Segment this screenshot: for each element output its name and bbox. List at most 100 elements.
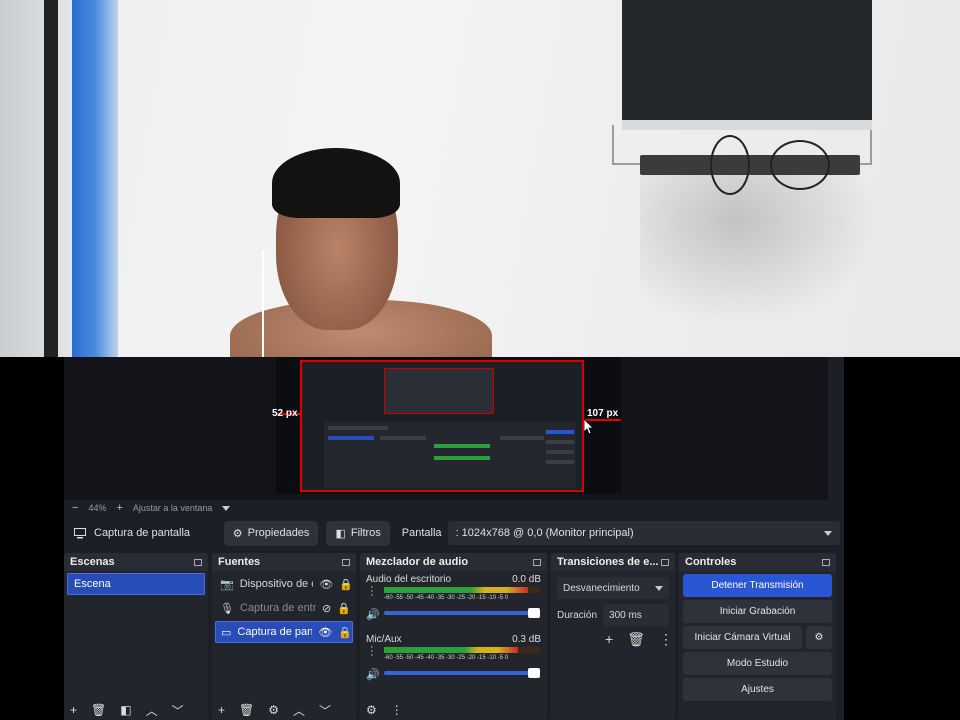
undock-icon[interactable] xyxy=(822,558,830,566)
more-icon[interactable]: · · · xyxy=(370,582,374,601)
trash-icon[interactable]: 🗑 xyxy=(91,703,106,717)
more-icon[interactable]: ⋮ xyxy=(659,631,673,648)
eye-icon[interactable]: 👁 xyxy=(318,626,332,639)
speaker-icon[interactable]: 🔊 xyxy=(366,668,380,681)
mixer-channel-desktop: Audio del escritorio 0.0 dB · · · -60 -55 -… xyxy=(360,571,547,631)
black-pole xyxy=(44,0,58,357)
slider-handle[interactable] xyxy=(528,668,540,678)
zoom-in-button[interactable]: + xyxy=(116,502,122,514)
preview-area[interactable]: 52 px 107 px xyxy=(64,357,828,500)
transitions-dock: Transiciones de e... Desvanecimiento Dur… xyxy=(551,553,675,720)
volume-slider[interactable] xyxy=(384,608,540,618)
speaker-icon[interactable]: 🔊 xyxy=(366,608,380,621)
channel-db: 0.0 dB xyxy=(512,574,541,585)
cable xyxy=(770,140,830,190)
more-icon[interactable]: · · · xyxy=(370,642,374,661)
display-select[interactable]: : 1024x768 @ 0,0 (Monitor principal) xyxy=(447,521,840,545)
scenes-dock: Escenas Escena + 🗑 ◧ ︿ ﹀ xyxy=(64,553,208,720)
blue-wall-strip xyxy=(72,0,118,357)
gear-icon[interactable]: ⚙ xyxy=(366,703,377,717)
volume-meter xyxy=(384,647,540,653)
chevron-up-icon[interactable]: ︿ xyxy=(293,702,305,719)
chevron-down-icon xyxy=(655,585,663,591)
background-monitor xyxy=(622,0,872,130)
scenes-toolbar: + 🗑 ◧ ︿ ﹀ xyxy=(64,700,208,720)
wall-shadow xyxy=(0,0,80,357)
trash-icon[interactable]: 🗑 xyxy=(627,631,645,648)
duration-label: Duración xyxy=(557,609,598,621)
volume-slider[interactable] xyxy=(384,668,540,678)
person-hair xyxy=(272,148,400,218)
wall-shadow-blob xyxy=(640,175,880,325)
controls-title: Controles xyxy=(685,556,737,568)
zoom-level: 44% xyxy=(88,503,107,513)
more-icon[interactable]: ⋮ xyxy=(391,703,403,717)
chevron-down-icon[interactable]: ﹀ xyxy=(319,702,331,719)
undock-icon[interactable] xyxy=(194,558,202,566)
earphone-wire xyxy=(262,250,270,357)
studio-mode-button[interactable]: Modo Estudio xyxy=(683,652,832,675)
undock-icon[interactable] xyxy=(533,558,541,566)
start-virtual-camera-button[interactable]: Iniciar Cámara Virtual xyxy=(683,626,802,649)
gear-icon[interactable]: ⚙ xyxy=(268,703,279,717)
mixer-toolbar: ⚙ ⋮ xyxy=(360,700,547,720)
scene-item[interactable]: Escena xyxy=(67,573,205,595)
fit-window-label[interactable]: Ajustar a la ventana xyxy=(133,503,213,513)
trash-icon[interactable]: 🗑 xyxy=(239,703,254,717)
undock-icon[interactable] xyxy=(342,558,350,566)
chevron-up-icon[interactable]: ︿ xyxy=(146,702,158,719)
chevron-down-icon[interactable] xyxy=(222,505,231,511)
chevron-down-icon xyxy=(824,530,832,536)
display-label: Pantalla xyxy=(401,527,442,539)
meter-fill xyxy=(384,647,519,653)
start-recording-button[interactable]: Iniciar Grabación xyxy=(683,600,832,623)
lock-icon[interactable]: 🔒 xyxy=(338,626,352,639)
mixer-dock: Mezclador de audio Audio del escritorio 0… xyxy=(360,553,547,720)
nested-obs-preview xyxy=(324,422,576,488)
zoom-bar: − 44% + Ajustar a la ventana xyxy=(64,500,828,516)
filters-button[interactable]: ◧ Filtros xyxy=(326,520,390,546)
right-offset-label: 107 px xyxy=(587,408,619,419)
source-item-camera[interactable]: 📷 Dispositivo de ca 👁 🔒 xyxy=(215,573,353,595)
zoom-out-button[interactable]: − xyxy=(72,502,78,514)
add-icon[interactable]: + xyxy=(605,631,613,648)
cable xyxy=(710,135,750,195)
camera-icon: 📷 xyxy=(220,578,234,591)
mixer-channel-mic: Mic/Aux 0.3 dB · · · -60 -55 -50 -45 -40 -3… xyxy=(360,631,547,691)
channel-db: 0.3 dB xyxy=(512,634,541,645)
lock-icon[interactable]: 🔒 xyxy=(339,578,353,591)
add-icon[interactable]: + xyxy=(218,703,225,717)
slider-handle[interactable] xyxy=(528,608,540,618)
meter-fill xyxy=(384,587,528,593)
meter-scale: -60 -55 -50 -45 -40 -35 -30 -25 -20 -15 … xyxy=(384,595,509,601)
eye-icon[interactable]: 👁 xyxy=(319,578,333,591)
eye-hidden-icon[interactable]: ⊘ xyxy=(322,602,331,615)
properties-button[interactable]: ⚙ Propiedades xyxy=(223,520,319,546)
meter-scale: -60 -55 -50 -45 -40 -35 -30 -25 -20 -15 … xyxy=(384,655,509,661)
settings-button[interactable]: Ajustes xyxy=(683,678,832,701)
nested-mini-preview xyxy=(384,368,494,414)
display-value: : 1024x768 @ 0,0 (Monitor principal) xyxy=(455,527,634,539)
volume-meter xyxy=(384,587,540,593)
gear-icon[interactable]: ⚙ xyxy=(806,626,832,649)
monitor-icon xyxy=(74,527,86,538)
source-item-screen[interactable]: ▭ Captura de pant 👁 🔒 xyxy=(215,621,353,643)
mixer-title: Mezclador de audio xyxy=(366,556,469,568)
filter-icon[interactable]: ◧ xyxy=(120,703,131,717)
duration-row: Duración 300 ms xyxy=(557,604,669,626)
chevron-down-icon[interactable]: ﹀ xyxy=(172,702,184,719)
undock-icon[interactable] xyxy=(661,558,669,566)
stop-stream-button[interactable]: Detener Transmisión xyxy=(683,574,832,597)
add-icon[interactable]: + xyxy=(70,703,77,717)
transition-select[interactable]: Desvanecimiento xyxy=(557,577,669,599)
source-label: Captura de pant xyxy=(237,626,313,638)
lock-icon[interactable]: 🔒 xyxy=(337,602,351,615)
screen-capture-source[interactable] xyxy=(300,360,584,492)
transition-actions: + 🗑 ⋮ xyxy=(605,631,675,648)
source-item-audio-input[interactable]: 🎙 Captura de entra ⊘ 🔒 xyxy=(215,597,353,619)
scenes-title: Escenas xyxy=(70,556,115,568)
transitions-header: Transiciones de e... xyxy=(551,553,675,571)
duration-input[interactable]: 300 ms xyxy=(603,604,669,626)
active-source: Captura de pantalla xyxy=(64,527,224,539)
filters-label: Filtros xyxy=(350,527,381,539)
